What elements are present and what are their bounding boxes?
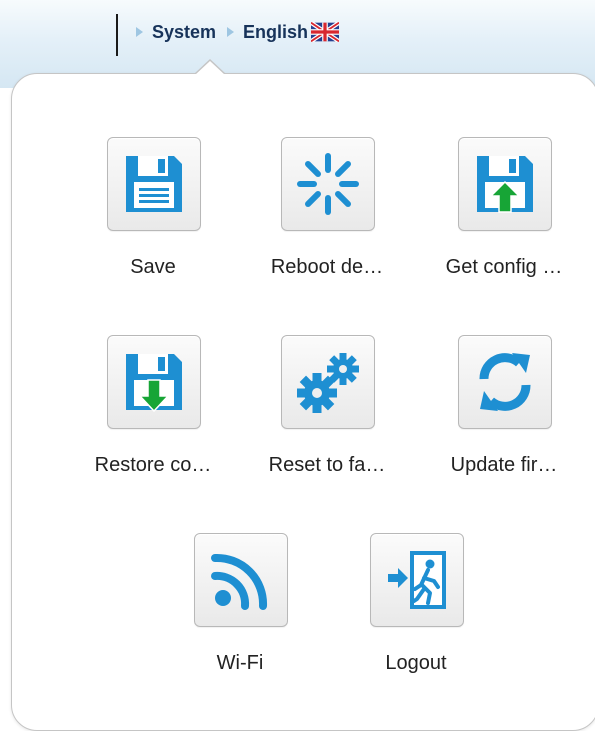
gears-icon (297, 353, 359, 413)
get-config-button[interactable]: Get config … (413, 137, 593, 307)
update-firmware-button[interactable]: Update fir… (413, 335, 593, 505)
restore-config-tile[interactable] (107, 335, 201, 429)
logout-label: Logout (385, 652, 447, 674)
get-config-tile[interactable] (458, 137, 552, 231)
reset-to-factory-button[interactable]: Reset to fa… (236, 335, 416, 505)
wifi-label: Wi-Fi (216, 652, 264, 674)
save-tile[interactable] (107, 137, 201, 231)
breadcrumb-system-link[interactable]: System (152, 22, 216, 43)
logout-button[interactable]: Logout (325, 533, 505, 703)
nav-divider (116, 14, 118, 56)
reboot-tile[interactable] (281, 137, 375, 231)
floppy-download-icon (126, 354, 182, 413)
floppy-disk-icon (126, 156, 182, 212)
reboot-device-label: Reboot de… (270, 256, 384, 278)
breadcrumb-arrow-icon (227, 27, 235, 37)
wifi-button[interactable]: Wi-Fi (149, 533, 329, 703)
logout-tile[interactable] (370, 533, 464, 627)
language-link[interactable]: English (243, 22, 308, 43)
reboot-spinner-icon (297, 153, 359, 215)
get-config-label: Get config … (445, 256, 563, 278)
wifi-tile[interactable] (194, 533, 288, 627)
update-firmware-label: Update fir… (450, 454, 558, 476)
save-label: Save (130, 256, 176, 278)
breadcrumb: System English (136, 20, 340, 44)
reboot-device-button[interactable]: Reboot de… (236, 137, 416, 307)
panel-pointer-fill (195, 61, 225, 75)
refresh-arrows-icon (479, 353, 531, 411)
reset-to-factory-label: Reset to fa… (268, 454, 386, 476)
restore-config-label: Restore co… (94, 454, 212, 476)
reset-tile[interactable] (281, 335, 375, 429)
exit-door-icon (388, 551, 446, 609)
floppy-upload-icon (477, 156, 533, 213)
wifi-signal-icon (211, 553, 268, 610)
breadcrumb-arrow-icon (136, 27, 143, 37)
restore-config-button[interactable]: Restore co… (62, 335, 242, 505)
save-button[interactable]: Save (62, 137, 242, 307)
update-firmware-tile[interactable] (458, 335, 552, 429)
uk-flag-icon[interactable] (311, 22, 340, 42)
